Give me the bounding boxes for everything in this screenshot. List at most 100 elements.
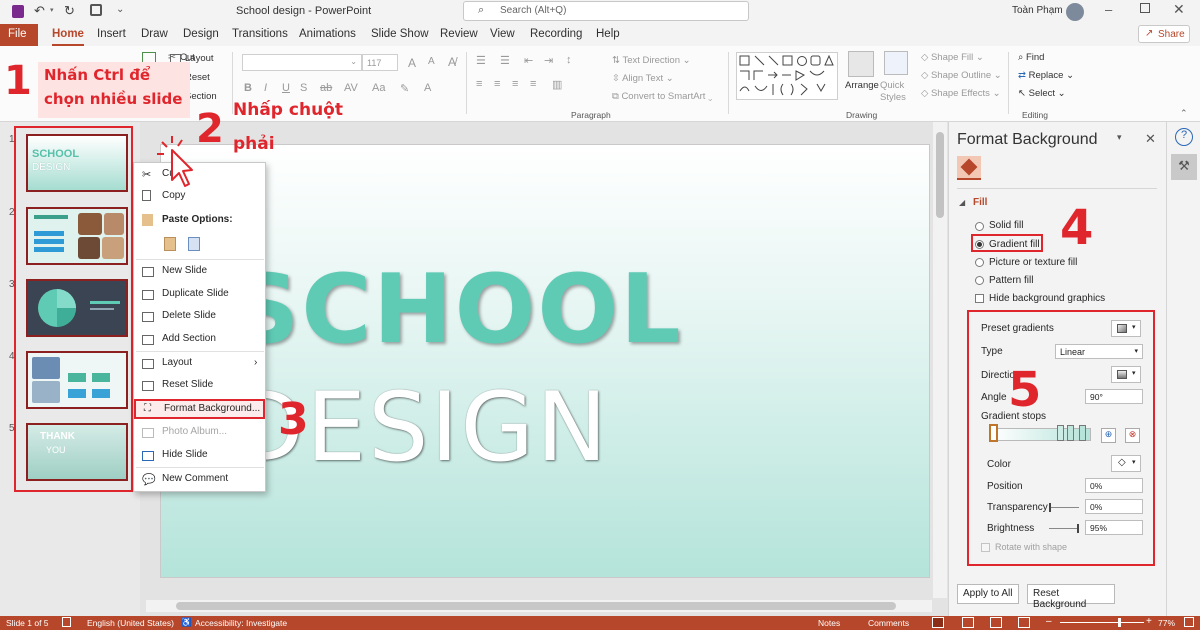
font-color-icon[interactable]: A	[424, 82, 431, 94]
angle-input[interactable]: 90°	[1085, 389, 1143, 404]
fill-tab-icon[interactable]	[957, 156, 981, 180]
brightness-slider[interactable]	[1049, 524, 1079, 533]
paste-keep-format-icon[interactable]	[164, 237, 176, 251]
customize-qat-icon[interactable]: ⌄	[116, 4, 124, 15]
hide-graphics-checkbox[interactable]	[975, 294, 984, 303]
pattern-fill-label[interactable]: Pattern fill	[989, 275, 1033, 286]
scroll-thumb[interactable]	[176, 602, 896, 610]
gradient-stop-3[interactable]	[1067, 425, 1074, 441]
align-left-icon[interactable]: ≡	[476, 78, 482, 90]
picture-fill-radio[interactable]	[975, 258, 984, 267]
scroll-thumb[interactable]	[936, 132, 944, 218]
underline-icon[interactable]: U	[282, 82, 290, 94]
reset-background-button[interactable]: Reset Background	[1027, 584, 1115, 610]
tab-home[interactable]: Home	[52, 28, 84, 46]
shrink-font-icon[interactable]: A	[428, 56, 435, 67]
direction-dropdown[interactable]: ▾	[1111, 366, 1141, 383]
menu-format-background[interactable]: ⛶ Format Background...	[134, 399, 265, 419]
preset-gradients-dropdown[interactable]: ▾	[1111, 320, 1141, 337]
menu-copy[interactable]: Copy	[134, 187, 265, 207]
menu-reset-slide[interactable]: Reset Slide	[134, 376, 265, 396]
vertical-scrollbar[interactable]	[933, 122, 947, 598]
font-name-dropdown[interactable]: ⌄	[242, 54, 362, 71]
find-button[interactable]: ⌕ Find	[1018, 52, 1044, 63]
menu-add-section[interactable]: Add Section	[134, 330, 265, 350]
case-icon[interactable]: Aa	[372, 82, 385, 94]
accessibility-status[interactable]: Accessibility: Investigate	[195, 618, 287, 628]
tab-design[interactable]: Design	[183, 28, 219, 46]
search-box[interactable]: ⌕ Search (Alt+Q)	[463, 1, 749, 21]
shadow-icon[interactable]: S	[300, 82, 307, 94]
reading-view-icon[interactable]	[990, 617, 1002, 628]
tab-insert[interactable]: Insert	[97, 28, 126, 46]
maximize-icon[interactable]	[1140, 3, 1150, 13]
indent-increase-icon[interactable]: ⇥	[544, 54, 553, 67]
horizontal-scrollbar[interactable]	[146, 600, 932, 612]
numbering-icon[interactable]: ☰	[500, 54, 510, 67]
shape-fill-button[interactable]: ◇ Shape Fill ⌄	[921, 52, 984, 63]
replace-button[interactable]: ⇄ Replace ⌄	[1018, 70, 1074, 81]
zoom-in-icon[interactable]: +	[1146, 616, 1152, 627]
save-icon[interactable]	[12, 5, 24, 18]
close-icon[interactable]: ✕	[1173, 1, 1185, 18]
apply-to-all-button[interactable]: Apply to All	[957, 584, 1019, 604]
zoom-level[interactable]: 77%	[1158, 618, 1175, 628]
shape-effects-button[interactable]: ◇ Shape Effects ⌄	[921, 88, 1001, 99]
paste-picture-icon[interactable]	[188, 237, 200, 251]
slideshow-icon[interactable]	[1018, 617, 1030, 628]
tab-review[interactable]: Review	[440, 28, 478, 46]
strike-icon[interactable]: ab	[320, 82, 332, 94]
menu-hide-slide[interactable]: Hide Slide	[134, 446, 265, 466]
tab-animations[interactable]: Animations	[299, 28, 356, 46]
align-center-icon[interactable]: ≡	[494, 78, 500, 90]
undo-dropdown-icon[interactable]: ▾	[50, 6, 54, 14]
indent-decrease-icon[interactable]: ⇤	[524, 54, 533, 67]
gradient-stop-1[interactable]	[989, 424, 998, 442]
justify-icon[interactable]: ≡	[530, 78, 536, 90]
solid-fill-radio[interactable]	[975, 222, 984, 231]
smartart-button[interactable]: ⧉ Convert to SmartArt ⌄	[612, 91, 713, 102]
language[interactable]: English (United States)	[87, 618, 174, 628]
text-direction-button[interactable]: ⇅ Text Direction ⌄	[612, 55, 691, 66]
comments-button[interactable]: Comments	[868, 618, 909, 628]
slide-title[interactable]: SCHOOL	[231, 263, 683, 358]
tab-recording[interactable]: Recording	[530, 28, 582, 46]
remove-stop-icon[interactable]: ⊗	[1125, 428, 1140, 443]
present-icon[interactable]	[90, 4, 102, 16]
clear-format-icon[interactable]: A̸	[448, 55, 456, 69]
share-button[interactable]: ↗ Share	[1138, 25, 1190, 43]
shapes-gallery[interactable]	[736, 52, 838, 100]
solid-fill-label[interactable]: Solid fill	[989, 220, 1023, 231]
tab-view[interactable]: View	[490, 28, 515, 46]
tab-transitions[interactable]: Transitions	[232, 28, 288, 46]
transparency-input[interactable]: 0%	[1085, 499, 1143, 514]
gradient-stop-4[interactable]	[1079, 425, 1086, 441]
columns-icon[interactable]: ▥	[552, 78, 562, 91]
line-spacing-icon[interactable]: ↕	[566, 54, 572, 66]
brightness-input[interactable]: 95%	[1085, 520, 1143, 535]
select-button[interactable]: ↖ Select ⌄	[1018, 88, 1066, 99]
menu-new-comment[interactable]: 💬 New Comment	[134, 470, 265, 490]
transparency-slider[interactable]	[1049, 503, 1079, 512]
align-text-button[interactable]: ⇳ Align Text ⌄	[612, 73, 674, 84]
menu-delete-slide[interactable]: Delete Slide	[134, 307, 265, 327]
zoom-slider[interactable]	[1060, 618, 1144, 627]
avatar[interactable]	[1066, 3, 1084, 21]
slide-sorter-icon[interactable]	[962, 617, 974, 628]
design-ideas-icon[interactable]: ⚒	[1171, 154, 1197, 180]
menu-layout[interactable]: Layout ›	[134, 354, 265, 374]
spellcheck-icon[interactable]	[62, 617, 71, 627]
tab-help[interactable]: Help	[596, 28, 620, 46]
hide-graphics-label[interactable]: Hide background graphics	[989, 293, 1105, 304]
position-input[interactable]: 0%	[1085, 478, 1143, 493]
tab-draw[interactable]: Draw	[141, 28, 168, 46]
tab-slide-show[interactable]: Slide Show	[371, 28, 429, 46]
minimize-icon[interactable]: –	[1105, 2, 1112, 17]
color-dropdown[interactable]: ◇ ▾	[1111, 455, 1141, 472]
fit-to-window-icon[interactable]	[1184, 617, 1194, 627]
type-dropdown[interactable]: Linear ▾	[1055, 344, 1143, 359]
italic-icon[interactable]: I	[264, 82, 267, 94]
add-stop-icon[interactable]: ⊕	[1101, 428, 1116, 443]
grow-font-icon[interactable]: A	[408, 56, 416, 70]
menu-new-slide[interactable]: New Slide	[134, 262, 265, 282]
